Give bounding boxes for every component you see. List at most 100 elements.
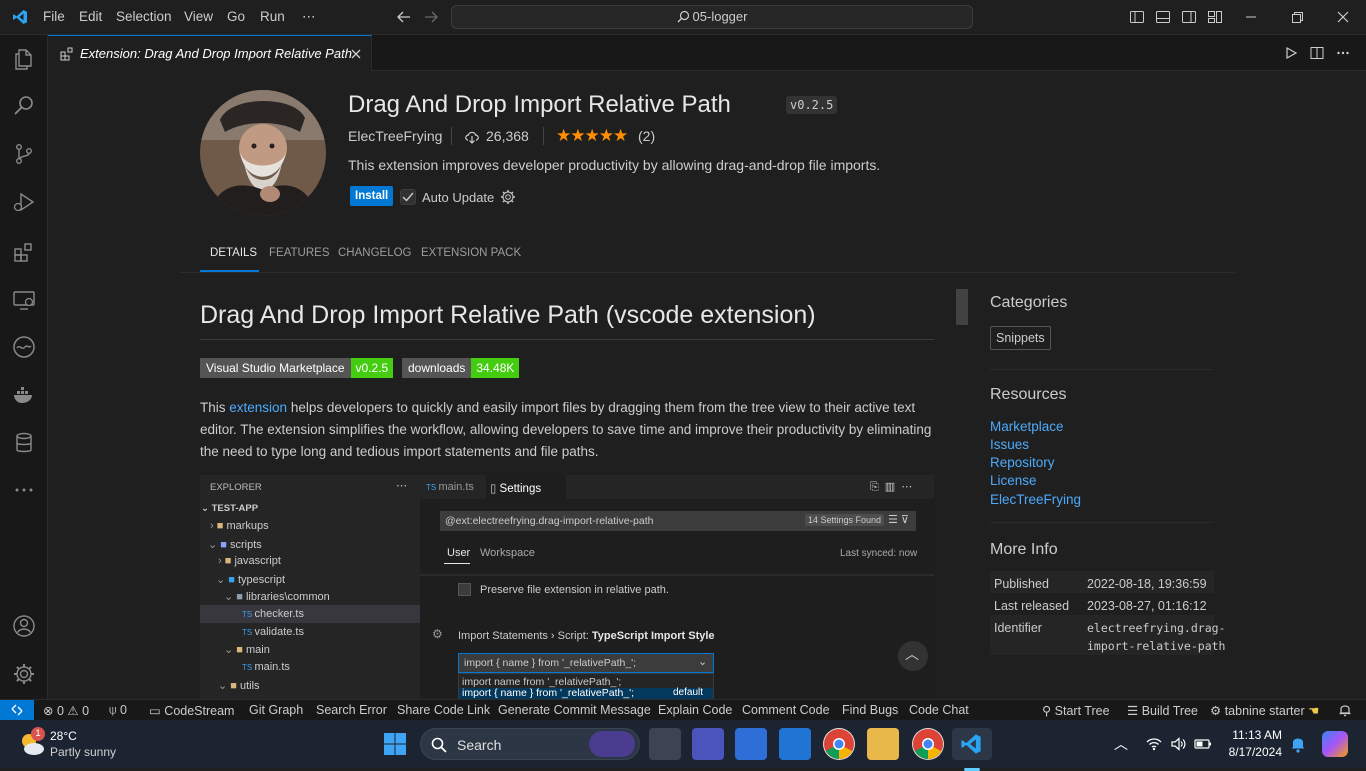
windows-start-icon[interactable]: [383, 732, 407, 756]
license-link[interactable]: License: [990, 473, 1037, 488]
file-explorer-icon[interactable]: [867, 728, 899, 760]
tab-extension-pack[interactable]: EXTENSION PACK: [421, 247, 521, 259]
chrome-profile-icon[interactable]: [912, 728, 944, 760]
command-center[interactable]: 05-logger: [451, 5, 973, 29]
codestream-icon[interactable]: [12, 335, 36, 359]
windows-taskbar: 1 28°C Partly sunny Search ︿ 11:13 AM 8/…: [0, 720, 1366, 771]
extension-link[interactable]: extension: [229, 400, 287, 415]
explorer-icon[interactable]: [12, 47, 36, 71]
close-tab-icon[interactable]: [350, 48, 362, 60]
manage-extension-gear-icon[interactable]: [500, 189, 516, 205]
editor-more-actions-icon[interactable]: [1336, 46, 1350, 60]
menu-more[interactable]: ⋯: [302, 9, 316, 25]
more-views-icon[interactable]: [12, 478, 36, 502]
close-window-icon[interactable]: [1335, 9, 1351, 25]
tab-details[interactable]: DETAILS: [210, 247, 257, 259]
manage-gear-icon[interactable]: [12, 662, 36, 686]
status-codestream[interactable]: ▭ CodeStream: [149, 703, 234, 718]
tray-overflow-chevron-icon[interactable]: ︿: [1114, 734, 1128, 754]
auto-update-checkbox[interactable]: [400, 189, 416, 205]
readme-scrollbar-thumb[interactable]: [956, 289, 968, 325]
status-code-chat[interactable]: Code Chat: [909, 703, 969, 717]
screenshot-scope-user: User: [447, 547, 471, 559]
copilot-icon[interactable]: [1322, 731, 1348, 757]
status-find-bugs[interactable]: Find Bugs: [842, 703, 898, 717]
tab-features[interactable]: FEATURES: [269, 247, 330, 259]
rating-stars[interactable]: ★★★★★: [556, 126, 628, 146]
status-search-error[interactable]: Search Error: [316, 703, 387, 717]
store-icon[interactable]: [735, 728, 767, 760]
repository-link[interactable]: Repository: [990, 455, 1055, 470]
publisher-name[interactable]: ElecTreeFrying: [348, 128, 442, 144]
status-share-code-link[interactable]: Share Code Link: [397, 703, 490, 717]
minimize-icon[interactable]: [1243, 9, 1259, 25]
problems-indicator[interactable]: ⊗ 0 ⚠ 0: [43, 703, 89, 718]
battery-icon[interactable]: [1194, 736, 1212, 752]
database-icon[interactable]: [12, 431, 36, 455]
downloads-badge[interactable]: downloads 34.48K: [402, 358, 520, 378]
category-snippets[interactable]: Snippets: [990, 326, 1051, 350]
install-button[interactable]: Install: [350, 186, 394, 206]
restore-icon[interactable]: [1289, 9, 1305, 25]
extensions-icon[interactable]: [12, 240, 36, 264]
publisher-link[interactable]: ElecTreeFrying: [990, 492, 1081, 507]
tree-item: TS main.ts: [242, 661, 290, 673]
search-highlight-image: [589, 731, 635, 757]
clock-date[interactable]: 8/17/2024: [1224, 745, 1282, 759]
chrome-logo-icon: [913, 729, 943, 759]
marketplace-link[interactable]: Marketplace: [990, 419, 1064, 434]
volume-icon[interactable]: [1170, 736, 1186, 752]
menu-file[interactable]: File: [43, 9, 65, 24]
menu-go[interactable]: Go: [227, 9, 245, 24]
activity-bar: [0, 35, 48, 699]
split-editor-icon[interactable]: [1310, 46, 1324, 60]
vscode-taskbar-icon[interactable]: [952, 728, 992, 771]
tab-extension-details[interactable]: Extension: Drag And Drop Import Relative…: [48, 35, 372, 71]
ports-indicator[interactable]: ⍦ 0: [109, 703, 127, 718]
docker-icon[interactable]: [12, 383, 36, 407]
remote-explorer-icon[interactable]: [12, 288, 36, 312]
account-icon[interactable]: [12, 614, 36, 638]
status-tabnine[interactable]: ⚙ tabnine starter ☚: [1210, 703, 1319, 718]
wifi-icon[interactable]: [1146, 736, 1162, 752]
run-debug-icon[interactable]: [12, 190, 36, 214]
notifications-bell-icon[interactable]: [1338, 703, 1352, 717]
screenshot-explorer: EXPLORER ⋯ ⌄ TEST-APP › ■ markups ⌄ ■ sc…: [200, 475, 420, 699]
readme-paragraph: This extension helps developers to quick…: [200, 397, 940, 463]
back-arrow-icon[interactable]: [397, 10, 411, 24]
menu-selection[interactable]: Selection: [116, 9, 172, 24]
mail-icon[interactable]: [779, 728, 811, 760]
search-icon: [677, 10, 689, 23]
status-comment-code[interactable]: Comment Code: [742, 703, 830, 717]
list-icon: ☰: [1127, 704, 1139, 718]
source-control-icon[interactable]: [12, 142, 36, 166]
status-git-graph[interactable]: Git Graph: [249, 703, 303, 717]
teams-icon[interactable]: [692, 728, 724, 760]
toggle-primary-sidebar-icon[interactable]: [1129, 9, 1145, 25]
marketplace-version-badge[interactable]: Visual Studio Marketplace v0.2.5: [200, 358, 394, 378]
task-view-icon[interactable]: [649, 728, 681, 760]
status-build-tree[interactable]: ☰ Build Tree: [1127, 703, 1198, 718]
search-view-icon[interactable]: [12, 94, 36, 118]
toggle-panel-icon[interactable]: [1155, 9, 1171, 25]
clock-time[interactable]: 11:13 AM: [1228, 728, 1282, 742]
auto-update-label: Auto Update: [422, 190, 495, 205]
issues-link[interactable]: Issues: [990, 437, 1029, 452]
taskbar-search-box[interactable]: Search: [420, 728, 640, 760]
status-generate-commit[interactable]: Generate Commit Message: [498, 703, 651, 717]
status-explain-code[interactable]: Explain Code: [658, 703, 732, 717]
menu-view[interactable]: View: [184, 9, 213, 24]
notification-bell-icon[interactable]: [1290, 735, 1306, 753]
tab-changelog[interactable]: CHANGELOG: [338, 247, 412, 259]
menu-edit[interactable]: Edit: [79, 9, 102, 24]
extension-avatar: [200, 90, 326, 216]
chrome-icon[interactable]: [823, 728, 855, 760]
customize-layout-icon[interactable]: [1207, 9, 1223, 25]
explorer-more-icon: ⋯: [396, 480, 407, 492]
run-extension-icon[interactable]: [1284, 46, 1298, 60]
forward-arrow-icon[interactable]: [424, 10, 438, 24]
status-start-tree[interactable]: ⚲ Start Tree: [1042, 703, 1110, 718]
toggle-secondary-sidebar-icon[interactable]: [1181, 9, 1197, 25]
menu-run[interactable]: Run: [260, 9, 285, 24]
remote-indicator[interactable]: [0, 700, 34, 721]
